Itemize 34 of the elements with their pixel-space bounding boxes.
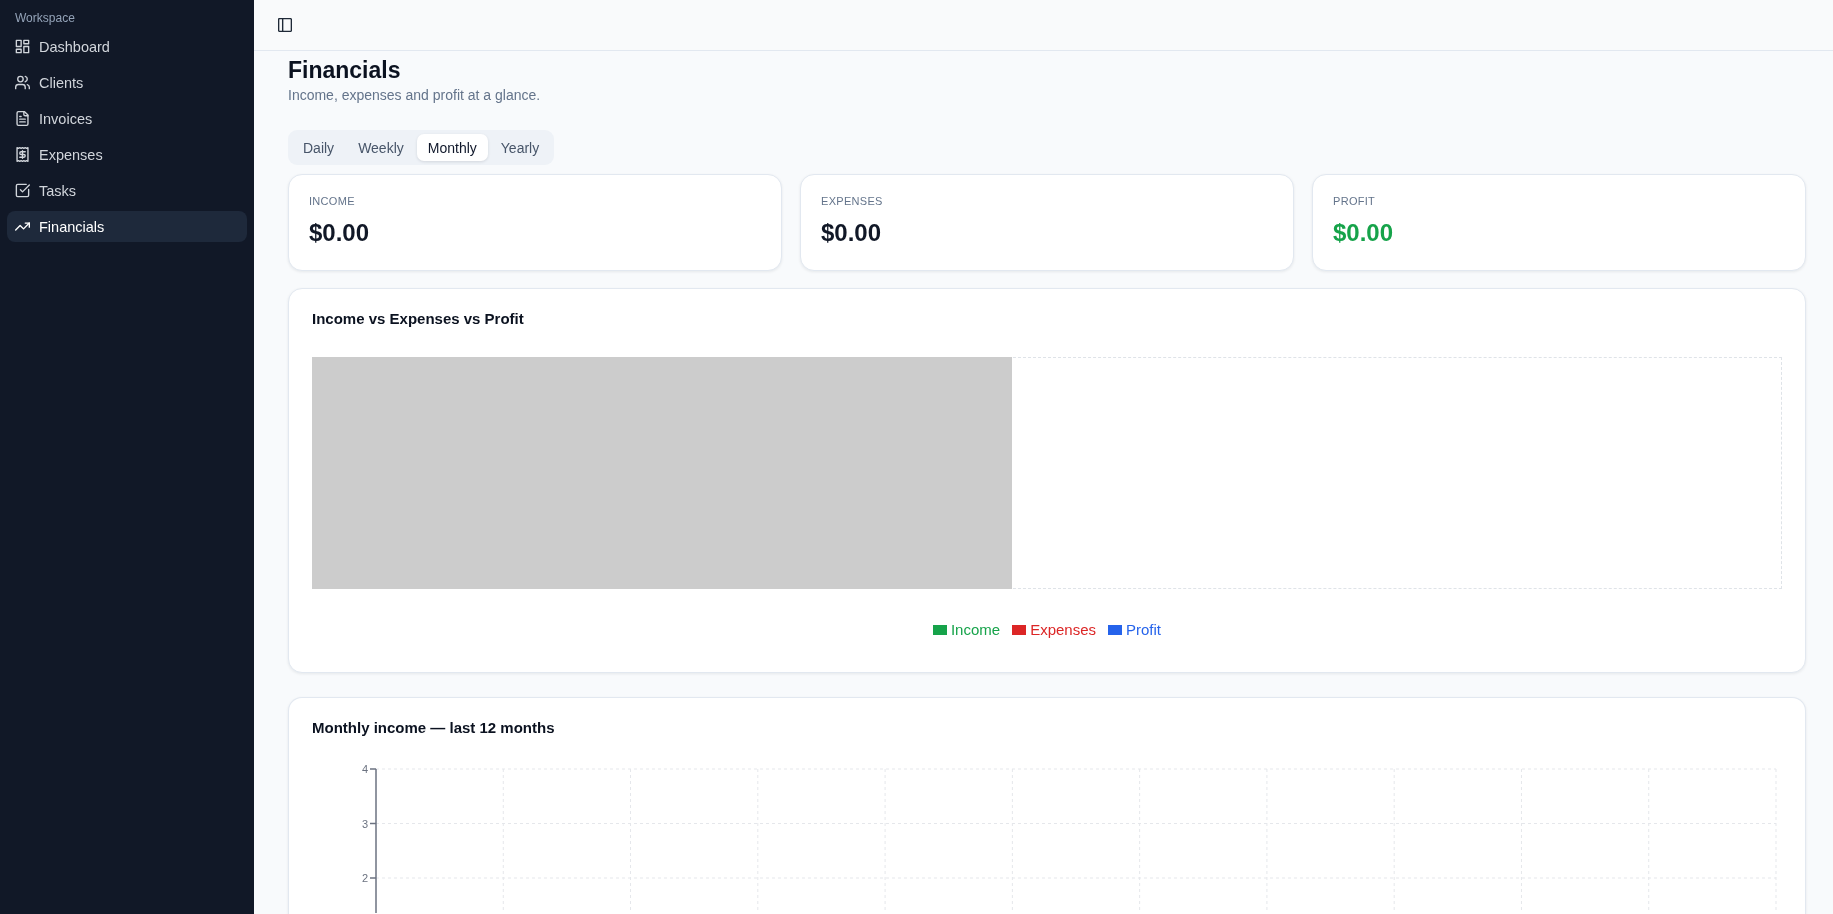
stat-label: INCOME [309, 194, 356, 208]
sidebar-section-label: Workspace [14, 10, 76, 26]
trending-up-icon [15, 219, 30, 234]
nav-item[interactable]: Clients [7, 67, 247, 98]
nav-item[interactable]: Financials [7, 211, 247, 242]
users-icon [15, 75, 30, 90]
axis-tick-label: 4 [361, 763, 368, 775]
period-tab[interactable]: Daily [292, 134, 346, 161]
stat-value: $0.00 [1333, 218, 1395, 248]
receipt-icon [15, 147, 30, 162]
stat-value: $0.00 [309, 218, 371, 248]
legend-label: Expenses [1030, 620, 1097, 640]
page-subtitle: Income, expenses and profit at a glance. [288, 86, 542, 105]
nav-item[interactable]: Dashboard [7, 31, 247, 62]
legend-label: Income [950, 620, 1001, 640]
axis-tick-label: 3 [361, 817, 368, 830]
stat-value: $0.00 [821, 218, 883, 248]
chart-title: Income vs Expenses vs Profit [312, 309, 525, 329]
nav-item[interactable]: Expenses [7, 139, 247, 170]
stat-label: PROFIT [1333, 194, 1377, 208]
panel-left-icon [278, 18, 292, 32]
axis-tick-label: 2 [361, 872, 368, 884]
legend-label: Profit [1126, 620, 1162, 640]
nav-item[interactable]: Tasks [7, 175, 247, 206]
page-title: Financials [288, 56, 402, 85]
stat-label: EXPENSES [821, 194, 884, 208]
period-tab[interactable]: Weekly [347, 134, 415, 161]
period-tab[interactable]: Monthly [416, 134, 488, 161]
checkbox-icon [15, 183, 30, 198]
dashboard-grid-icon [15, 39, 30, 54]
chart-title: Monthly income — last 12 months [312, 718, 556, 738]
nav-item[interactable]: Invoices [7, 103, 247, 134]
period-tab[interactable]: Yearly [489, 134, 551, 161]
document-icon [15, 111, 30, 126]
